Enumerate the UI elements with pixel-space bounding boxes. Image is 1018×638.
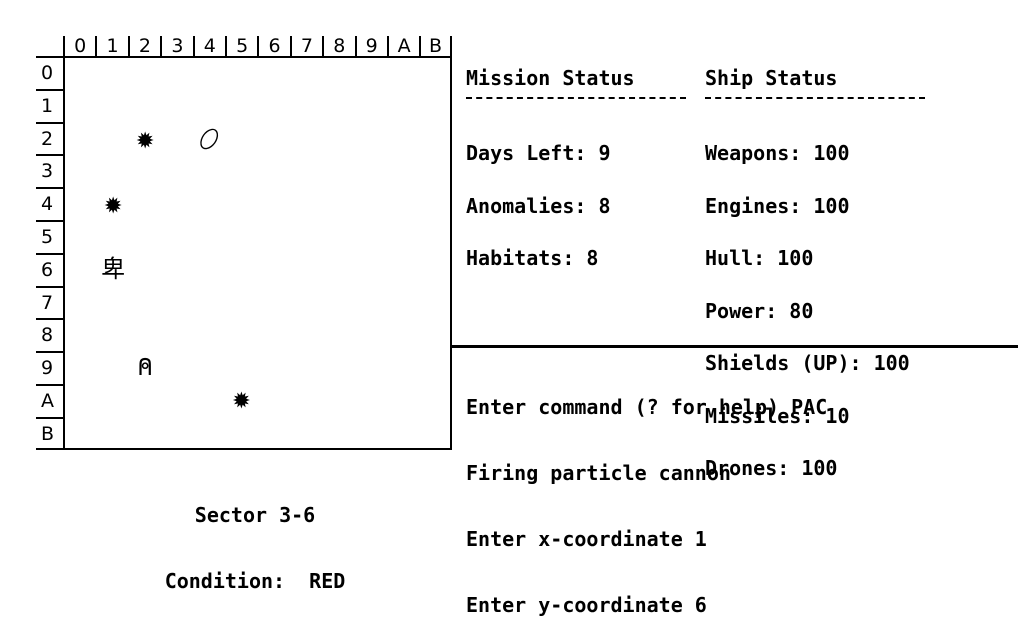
star-icon: ✹ <box>104 186 123 222</box>
sector-label: Sector 3-6 <box>194 503 316 527</box>
column-label: 6 <box>257 36 289 56</box>
row-label: 3 <box>36 154 63 187</box>
mission-status-title: Mission Status <box>466 66 635 90</box>
row-label: B <box>36 416 63 450</box>
ship-status-title: Ship Status <box>705 66 838 90</box>
console-line: Firing particle cannon <box>466 461 731 485</box>
command-console[interactable]: Enter command (? for help) PAC Firing pa… <box>466 352 827 638</box>
row-label: 6 <box>36 252 63 286</box>
row-label: 9 <box>36 351 63 384</box>
column-label: 7 <box>289 36 322 56</box>
column-label: 4 <box>192 36 225 56</box>
row-label: 0 <box>36 56 63 89</box>
mission-status-list: Days Left: 9 Anomalies: 8 Habitats: 8 <box>466 110 611 285</box>
column-label: A <box>386 36 419 56</box>
column-label: 9 <box>354 36 387 56</box>
star-icon: ✹ <box>136 121 155 157</box>
console-line: Enter x-coordinate 1 <box>466 527 707 551</box>
column-label: 2 <box>127 36 160 56</box>
star-icon: ✹ <box>232 381 251 417</box>
row-label: 2 <box>36 121 63 155</box>
habitat-icon: ⍝ <box>137 351 154 382</box>
anomaly-icon: ⬯ <box>192 120 227 158</box>
sector-grid[interactable]: ✹ ⬯ ✹ 卑 ⍝ ✹ <box>63 56 452 450</box>
anomalies-count: Anomalies: 8 <box>466 193 611 218</box>
ship-status-rule <box>705 97 925 99</box>
sector-info: Sector 3-6 Condition: RED <box>100 460 410 614</box>
column-label: 3 <box>160 36 192 56</box>
row-label: 7 <box>36 285 63 319</box>
column-header: 0123456789AB <box>63 36 452 58</box>
column-label: 8 <box>322 36 354 56</box>
days-left: Days Left: 9 <box>466 141 611 165</box>
hull-stat: Hull: 100 <box>705 246 814 270</box>
ship-icon: 卑 <box>101 255 126 284</box>
habitats-count: Habitats: 8 <box>466 246 599 270</box>
weapons-stat: Weapons: 100 <box>705 141 850 165</box>
row-label: A <box>36 383 63 417</box>
console-divider <box>452 345 1018 348</box>
column-label: 1 <box>95 36 127 56</box>
condition-label: Condition: RED <box>164 569 346 593</box>
engines-stat: Engines: 100 <box>705 193 850 218</box>
console-line: Enter command (? for help) PAC <box>466 395 828 419</box>
column-label: 0 <box>63 36 95 56</box>
row-label: 8 <box>36 318 63 351</box>
row-label: 5 <box>36 219 63 253</box>
mission-status-rule <box>466 97 686 99</box>
column-label: B <box>419 36 452 56</box>
row-header: 0123456789AB <box>36 56 63 450</box>
console-line: Enter y-coordinate 6 <box>466 593 707 617</box>
power-stat: Power: 80 <box>705 298 814 323</box>
row-label: 4 <box>36 187 63 220</box>
row-label: 1 <box>36 88 63 122</box>
column-label: 5 <box>224 36 257 56</box>
